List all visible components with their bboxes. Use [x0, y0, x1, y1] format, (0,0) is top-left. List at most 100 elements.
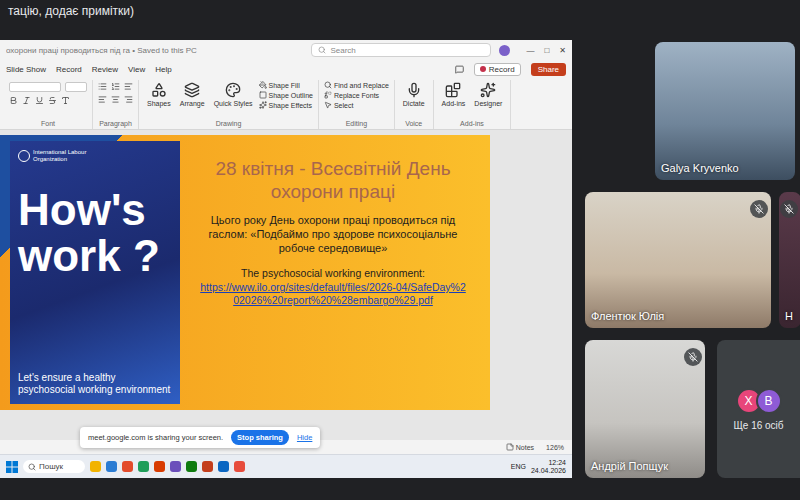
taskbar-app-icon[interactable]: [154, 461, 165, 472]
slide[interactable]: International Labour OrganizationHow's w…: [0, 135, 490, 410]
taskbar-search[interactable]: Пошук: [23, 460, 85, 473]
italic-icon[interactable]: [22, 96, 31, 105]
taskbar-app-icon[interactable]: [186, 461, 197, 472]
ribbon-button[interactable]: Find and Replace: [324, 81, 389, 89]
taskbar-app-icon[interactable]: [170, 461, 181, 472]
bullets-icon[interactable]: [98, 82, 107, 91]
ribbon-button[interactable]: Shapes: [144, 80, 174, 109]
participant-name: Флентюк Юлія: [591, 310, 664, 322]
taskbar-app-icon[interactable]: [202, 461, 213, 472]
slide-area: International Labour OrganizationHow's w…: [0, 130, 572, 440]
group-label: Paragraph: [98, 120, 133, 129]
ribbon-group: DictateVoice: [395, 80, 434, 129]
taskbar-app-icon[interactable]: [90, 461, 101, 472]
font-name-dropdown[interactable]: [9, 82, 61, 92]
participant-name: Galya Kryvenko: [661, 162, 739, 174]
menu-tab[interactable]: Review: [92, 65, 118, 74]
taskbar: Пошук ENG 12:2424.04.2026: [0, 454, 572, 478]
menu-tab[interactable]: Help: [155, 65, 171, 74]
slide-body: Цього року День охорони праці проводитьс…: [194, 213, 472, 255]
ribbon-group: Paragraph: [93, 80, 139, 129]
ribbon-group: Font: [4, 80, 93, 129]
share-message: meet.google.com is sharing your screen.: [88, 433, 223, 442]
input-language[interactable]: ENG: [511, 463, 526, 470]
underline-icon[interactable]: [35, 96, 44, 105]
participant-avatar: В: [756, 388, 782, 414]
record-button[interactable]: Record: [474, 63, 521, 76]
zoom-level[interactable]: 126%: [546, 444, 564, 451]
ribbon-button[interactable]: Shape Effects: [259, 101, 313, 109]
group-label: Editing: [324, 120, 389, 129]
user-avatar[interactable]: [499, 45, 510, 56]
poster-tagline: Let's ensure a healthy psychosocial work…: [18, 372, 172, 396]
ribbon-button[interactable]: Dictate: [400, 80, 428, 109]
taskbar-app-icon[interactable]: [234, 461, 245, 472]
ribbon-button[interactable]: Shape Fill: [259, 81, 313, 89]
report-link[interactable]: https://www.ilo.org/sites/default/files/…: [194, 281, 472, 307]
window-control[interactable]: ✕: [559, 46, 566, 55]
ribbon-button[interactable]: Quick Styles: [211, 80, 256, 109]
hide-button[interactable]: Hide: [297, 433, 312, 442]
ribbon-button[interactable]: Replace Fonts: [324, 91, 389, 99]
participant-tile[interactable]: Galya Kryvenko: [655, 42, 795, 180]
group-label: Font: [9, 120, 87, 129]
align-left-icon[interactable]: [98, 95, 107, 104]
participant-name: Андрій Попщук: [591, 460, 668, 472]
font-tools: [9, 80, 87, 105]
ribbon-button[interactable]: Shape Outline: [259, 91, 313, 99]
menu-tab[interactable]: Record: [56, 65, 82, 74]
ribbon-group: Add-insDesignerAdd-ins: [434, 80, 512, 129]
align-right-icon[interactable]: [124, 95, 133, 104]
participant-tile[interactable]: Н: [779, 192, 800, 328]
poster-org: International Labour Organization: [18, 149, 88, 163]
window-control[interactable]: —: [526, 46, 534, 55]
strikethrough-icon[interactable]: [48, 96, 57, 105]
avatar-stack: ХВ: [736, 388, 782, 414]
indent-icon[interactable]: [124, 82, 133, 91]
participant-name: Н: [785, 310, 793, 322]
menu-row: Slide Show Record Review View Help Record Shar…: [0, 60, 572, 78]
shared-screen: охорони праці проводиться під га • Saved…: [0, 40, 572, 478]
notes-button[interactable]: Notes: [506, 443, 534, 451]
ribbon-button[interactable]: Designer: [471, 80, 505, 109]
tile-row: Galya Kryvenko: [585, 42, 800, 180]
ribbon-button[interactable]: Add-ins: [439, 80, 469, 109]
ribbon-group: Find and Replace Replace Fonts Select Editi…: [319, 80, 395, 129]
title-bar: охорони праці проводиться під га • Saved…: [0, 40, 572, 60]
participant-tile[interactable]: Флентюк Юлія: [585, 192, 771, 328]
taskbar-app-icon[interactable]: [138, 461, 149, 472]
taskbar-app-icon[interactable]: [106, 461, 117, 472]
align-center-icon[interactable]: [111, 95, 120, 104]
mic-off-icon: [780, 200, 798, 218]
ribbon-group: ShapesArrangeQuick StylesShape FillShape…: [139, 80, 319, 129]
stop-sharing-button[interactable]: Stop sharing: [231, 430, 289, 445]
tile-row: Андрій Попщук ХВ Ще 16 осіб: [585, 340, 800, 478]
taskbar-app-icon[interactable]: [122, 461, 133, 472]
font-color-icon[interactable]: [61, 96, 70, 105]
more-participants-label: Ще 16 осіб: [733, 420, 783, 431]
paragraph-tools: [98, 80, 133, 104]
numbering-icon[interactable]: [111, 82, 120, 91]
menu-tab[interactable]: View: [128, 65, 145, 74]
poster: International Labour OrganizationHow's w…: [10, 141, 180, 404]
menu-tab[interactable]: Slide Show: [6, 65, 46, 74]
record-dot-icon: [480, 66, 486, 72]
window-control[interactable]: □: [544, 46, 549, 55]
comments-icon[interactable]: [455, 65, 464, 74]
font-size-dropdown[interactable]: [65, 82, 87, 92]
taskbar-clock[interactable]: 12:2424.04.2026: [531, 459, 566, 475]
ribbon-button[interactable]: Arrange: [177, 80, 208, 109]
windows-logo-icon[interactable]: [6, 461, 18, 473]
link-caption: The psychosocial working environment:: [241, 267, 425, 279]
share-button[interactable]: Share: [531, 63, 566, 76]
taskbar-app-icon[interactable]: [218, 461, 229, 472]
search-box[interactable]: Search: [311, 43, 491, 57]
ribbon-button[interactable]: Select: [324, 101, 389, 109]
search-icon: [318, 46, 326, 54]
participants-panel: Galya Kryvenko Флентюк Юлія Н Андрій Попщук…: [572, 40, 800, 478]
participant-tile[interactable]: Андрій Попщук: [585, 340, 705, 478]
more-participants-tile[interactable]: ХВ Ще 16 осіб: [717, 340, 800, 478]
bold-icon[interactable]: [9, 96, 18, 105]
ribbon-small-buttons: Shape Fill Shape Outline Shape Effects: [259, 80, 313, 109]
meeting-main: охорони праці проводиться під га • Saved…: [0, 40, 800, 478]
